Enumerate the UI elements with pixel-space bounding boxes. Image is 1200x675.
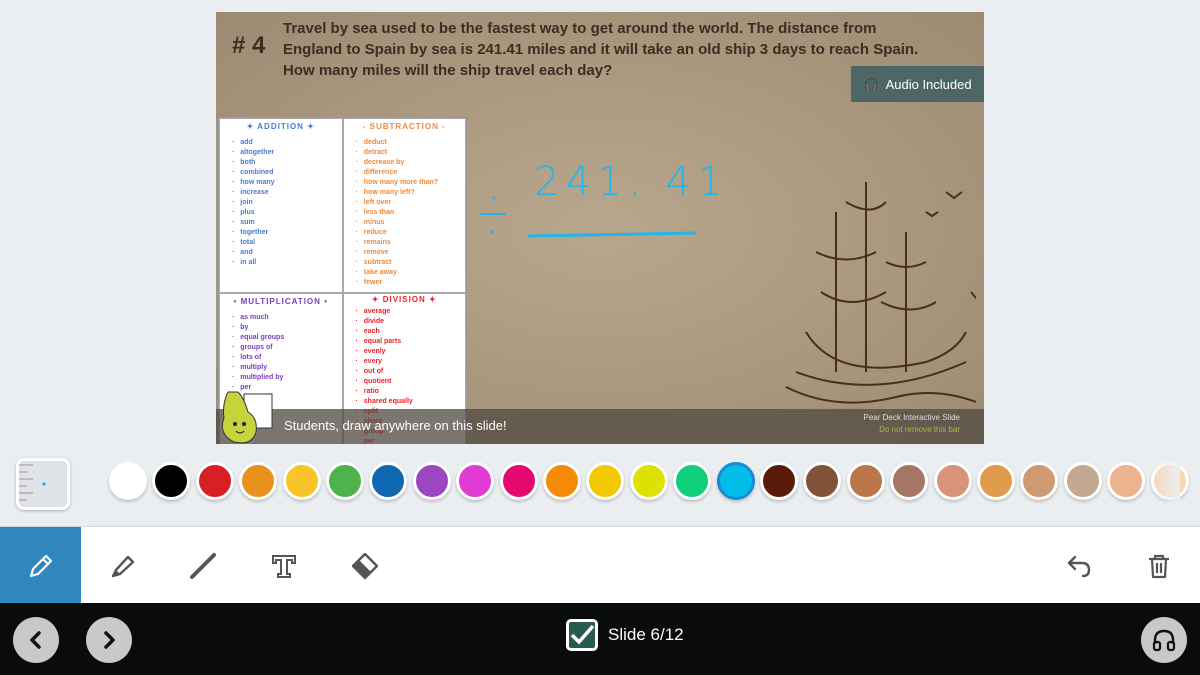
- chevron-left-icon: [30, 631, 41, 649]
- color-swatch[interactable]: [195, 462, 234, 500]
- next-slide-button[interactable]: [86, 617, 132, 663]
- eraser-tool-button[interactable]: [324, 527, 405, 604]
- color-swatch[interactable]: [543, 462, 581, 500]
- slide-canvas[interactable]: # 4 Travel by sea used to be the fastest…: [216, 12, 984, 444]
- color-swatch[interactable]: [282, 462, 321, 500]
- color-swatch[interactable]: [1063, 462, 1102, 500]
- chevron-right-icon: [104, 631, 115, 649]
- highlighter-icon: [111, 555, 134, 577]
- color-swatch[interactable]: [152, 462, 191, 500]
- color-swatch[interactable]: [326, 462, 364, 500]
- peardeck-label: Pear Deck Interactive Slide: [863, 413, 961, 422]
- line-icon: [189, 552, 216, 579]
- color-swatch[interactable]: [673, 462, 712, 500]
- color-swatch[interactable]: [586, 462, 625, 500]
- footer-bar: Slide 6/12: [0, 603, 1200, 675]
- pear-mascot-icon: [221, 391, 273, 444]
- pencil-icon: [29, 554, 52, 577]
- slide-indicator[interactable]: Slide 6/12: [566, 619, 684, 651]
- undo-icon: [1067, 555, 1090, 577]
- delete-button[interactable]: [1118, 527, 1199, 604]
- slide-counter: Slide 6/12: [608, 625, 684, 644]
- color-swatch[interactable]: [933, 462, 972, 500]
- color-swatch[interactable]: [412, 462, 451, 500]
- color-swatch[interactable]: [1107, 462, 1146, 500]
- trash-icon: [1148, 554, 1169, 578]
- color-swatch[interactable]: [977, 462, 1015, 500]
- color-swatch[interactable]: [760, 462, 798, 500]
- instruction-bar: Students, draw anywhere on this slide! P…: [216, 409, 984, 444]
- audio-button[interactable]: [1141, 617, 1187, 663]
- color-swatch[interactable]: [369, 462, 408, 500]
- brush-size-button[interactable]: [16, 458, 70, 510]
- undo-button[interactable]: [1038, 527, 1119, 604]
- eraser-icon: [351, 552, 378, 579]
- checkmark-icon: [566, 619, 598, 651]
- text-tool-button[interactable]: [243, 527, 324, 604]
- instruction-text: Students, draw anywhere on this slide!: [284, 418, 507, 433]
- color-swatch[interactable]: [846, 462, 885, 500]
- color-swatch[interactable]: [239, 462, 278, 500]
- handwriting-number: 241. 41: [534, 159, 729, 205]
- color-swatch[interactable]: [499, 462, 538, 500]
- pen-tool-button[interactable]: [0, 527, 81, 604]
- line-tool-button[interactable]: [162, 527, 243, 604]
- size-ruler-icon: [19, 464, 46, 501]
- text-icon: [271, 554, 296, 578]
- color-swatch[interactable]: [456, 462, 495, 500]
- highlighter-tool-button[interactable]: [81, 527, 162, 604]
- previous-slide-button[interactable]: [13, 617, 59, 663]
- color-swatch[interactable]: [890, 462, 929, 500]
- peardeck-warning: Do not remove this bar: [879, 425, 960, 434]
- color-swatch[interactable]: [629, 462, 668, 500]
- color-swatch[interactable]: [109, 462, 147, 500]
- color-swatch[interactable]: [1020, 462, 1059, 500]
- drawing-toolbar: [0, 526, 1200, 604]
- palette-fade: [1150, 458, 1180, 504]
- color-swatch[interactable]: [803, 462, 842, 500]
- color-swatch[interactable]: [716, 462, 755, 500]
- headphones-icon: [1152, 629, 1176, 652]
- ship-illustration: [785, 182, 976, 404]
